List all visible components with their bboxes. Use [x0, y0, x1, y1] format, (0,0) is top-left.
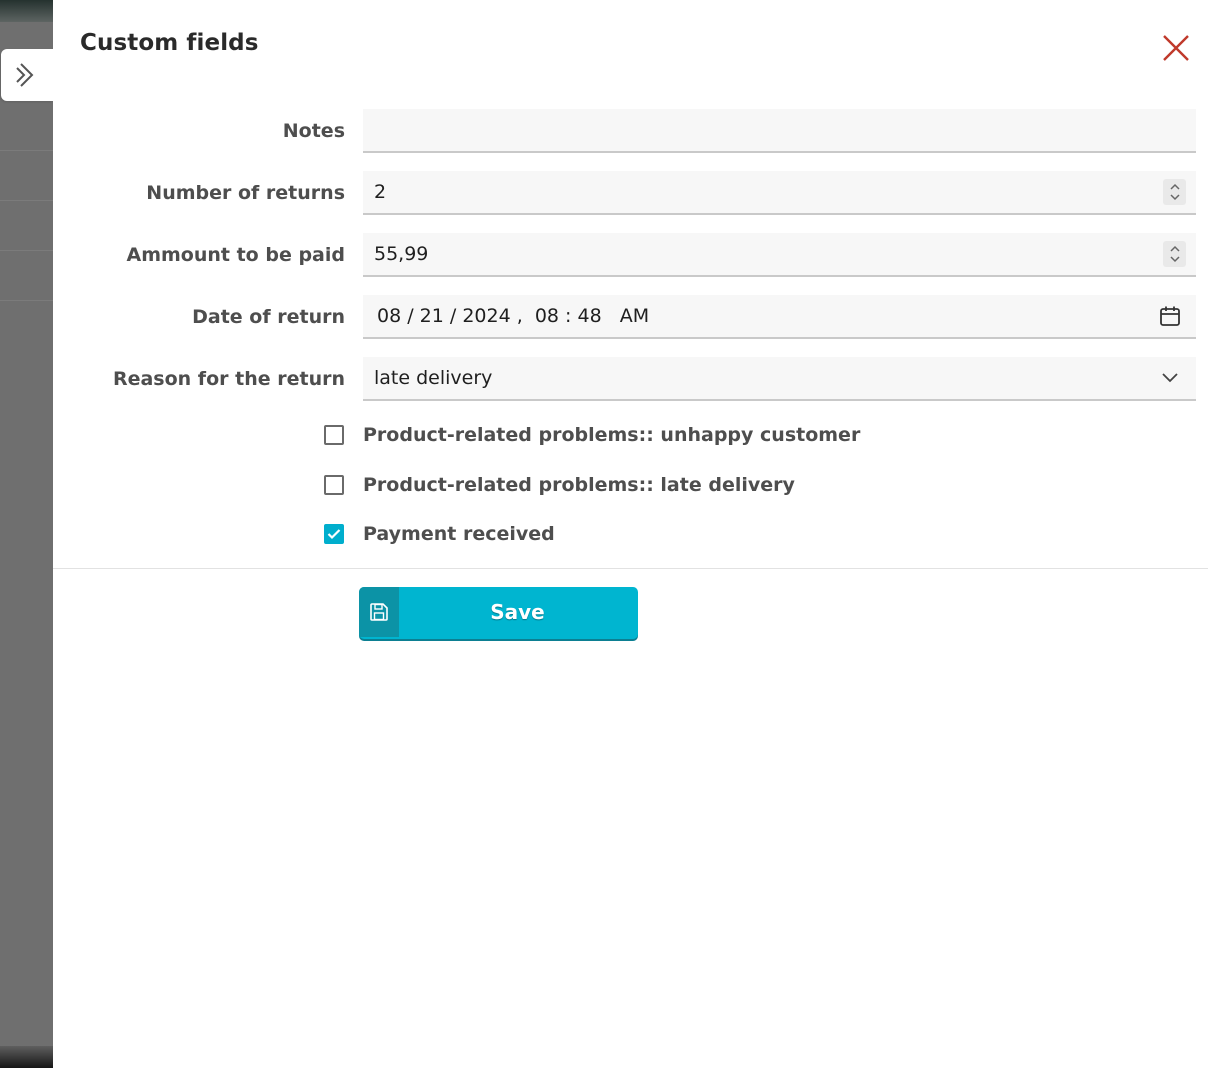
collapse-panel-button[interactable]	[1, 49, 53, 101]
reason-dropdown-toggle[interactable]	[1158, 366, 1182, 390]
checkbox-payment-received-row: Payment received	[53, 519, 1208, 549]
checkbox-payment-received-label[interactable]: Payment received	[363, 519, 555, 549]
checkbox-unhappy-customer-row: Product-related problems:: unhappy custo…	[53, 420, 1208, 450]
amount-label: Ammount to be paid	[126, 244, 346, 266]
close-icon	[1163, 35, 1189, 61]
save-button[interactable]: Save	[359, 587, 638, 639]
amount-row: Ammount to be paid 55,99	[53, 233, 1208, 277]
amount-value[interactable]: 55,99	[374, 233, 428, 275]
date-of-return-label: Date of return	[192, 306, 345, 328]
spinner-arrows-icon	[1169, 245, 1180, 263]
checkbox-late-delivery-row: Product-related problems:: late delivery	[53, 470, 1208, 500]
notes-label: Notes	[282, 120, 345, 142]
date-picker-button[interactable]	[1158, 304, 1182, 328]
checkbox-unhappy-customer[interactable]	[324, 425, 344, 445]
floppy-disk-icon	[370, 603, 388, 621]
checkbox-late-delivery-label[interactable]: Product-related problems:: late delivery	[363, 470, 795, 500]
reason-selected-value[interactable]: late delivery	[374, 357, 492, 399]
number-of-returns-field[interactable]: 2	[363, 171, 1196, 215]
amount-stepper[interactable]	[1163, 241, 1186, 267]
background-overlay	[0, 0, 53, 1068]
divider	[53, 568, 1208, 569]
amount-field[interactable]: 55,99	[363, 233, 1196, 277]
panel-title: Custom fields	[80, 30, 259, 56]
number-of-returns-label: Number of returns	[146, 182, 345, 204]
checkmark-icon	[327, 529, 341, 540]
custom-fields-panel: Custom fields Notes Number of returns 2 …	[53, 0, 1208, 1068]
spinner-arrows-icon	[1169, 183, 1180, 201]
background-footer	[0, 1046, 53, 1068]
calendar-icon	[1160, 306, 1180, 326]
checkbox-payment-received[interactable]	[324, 524, 344, 544]
date-of-return-value[interactable]: 08 / 21 / 2024 , 08 : 48 AM	[377, 295, 649, 337]
background-header	[0, 0, 53, 22]
reason-select[interactable]: late delivery	[363, 357, 1196, 401]
checkbox-late-delivery[interactable]	[324, 475, 344, 495]
chevron-down-icon	[1162, 373, 1178, 383]
number-of-returns-row: Number of returns 2	[53, 171, 1208, 215]
notes-row: Notes	[53, 109, 1208, 153]
checkbox-unhappy-customer-label[interactable]: Product-related problems:: unhappy custo…	[363, 420, 860, 450]
number-of-returns-stepper[interactable]	[1163, 179, 1186, 205]
save-icon-box	[359, 587, 399, 637]
notes-input[interactable]	[363, 109, 1196, 151]
reason-label: Reason for the return	[112, 368, 345, 390]
date-of-return-field[interactable]: 08 / 21 / 2024 , 08 : 48 AM	[363, 295, 1196, 339]
notes-field[interactable]	[363, 109, 1196, 153]
chevron-right-icon	[16, 63, 34, 87]
date-of-return-row: Date of return 08 / 21 / 2024 , 08 : 48 …	[53, 295, 1208, 339]
reason-row: Reason for the return late delivery	[53, 357, 1208, 401]
close-button[interactable]	[1159, 31, 1193, 65]
save-button-label: Save	[490, 600, 545, 624]
number-of-returns-value[interactable]: 2	[374, 171, 386, 213]
